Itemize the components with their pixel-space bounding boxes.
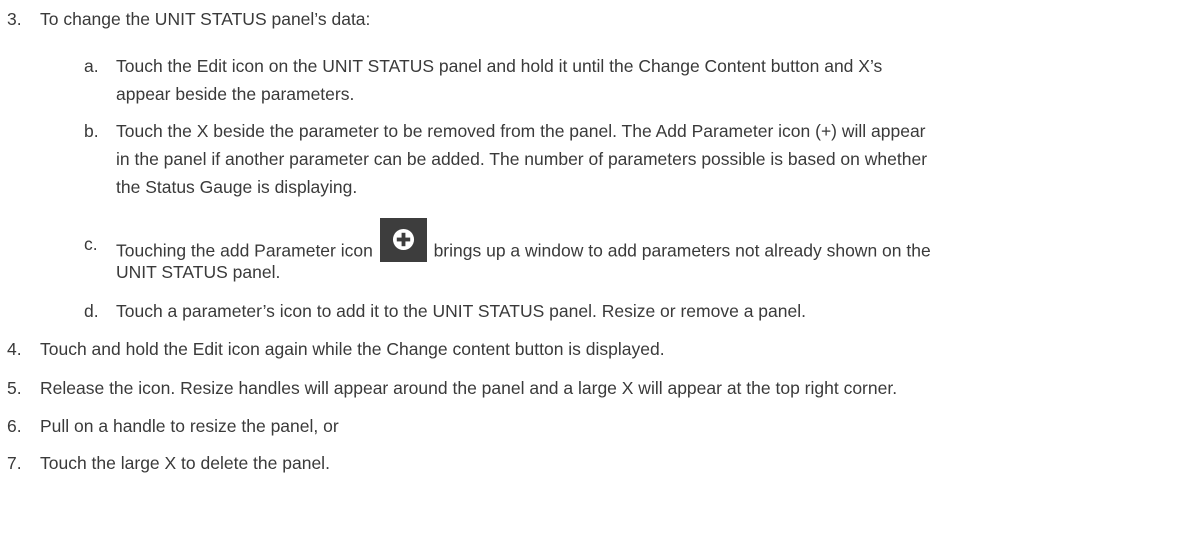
substep-letter: b.: [84, 121, 99, 141]
substep-letter: c.: [84, 234, 98, 254]
step-number: 3.: [7, 9, 22, 29]
step-number: 7.: [7, 453, 22, 473]
step-number: 5.: [7, 378, 22, 398]
step-text: Touch and hold the Edit icon again while…: [40, 339, 665, 359]
step-number: 4.: [7, 339, 22, 359]
substep-line: Touch a parameter’s icon to add it to th…: [116, 301, 806, 321]
substep-line: appear beside the parameters.: [116, 84, 355, 104]
add-parameter-plus-icon: [379, 218, 427, 262]
substep-c-after-icon: brings up a window to add parameters not…: [433, 240, 931, 261]
step-number: 6.: [7, 416, 22, 436]
substep-line: the Status Gauge is displaying.: [116, 177, 358, 197]
step-text: Touch the large X to delete the panel.: [40, 453, 330, 473]
instruction-page: 3. To change the UNIT STATUS panel’s dat…: [0, 0, 1181, 546]
substep-letter: d.: [84, 301, 99, 321]
step-text: To change the UNIT STATUS panel’s data:: [40, 9, 371, 29]
step-text: Pull on a handle to resize the panel, or: [40, 416, 339, 436]
substep-line: UNIT STATUS panel.: [116, 262, 281, 282]
step-text: Release the icon. Resize handles will ap…: [40, 378, 898, 398]
substep-line: Touch the Edit icon on the UNIT STATUS p…: [116, 56, 883, 76]
substep-letter: a.: [84, 56, 99, 76]
substep-line: in the panel if another parameter can be…: [116, 149, 928, 169]
substep-line: Touch the X beside the parameter to be r…: [116, 121, 926, 141]
